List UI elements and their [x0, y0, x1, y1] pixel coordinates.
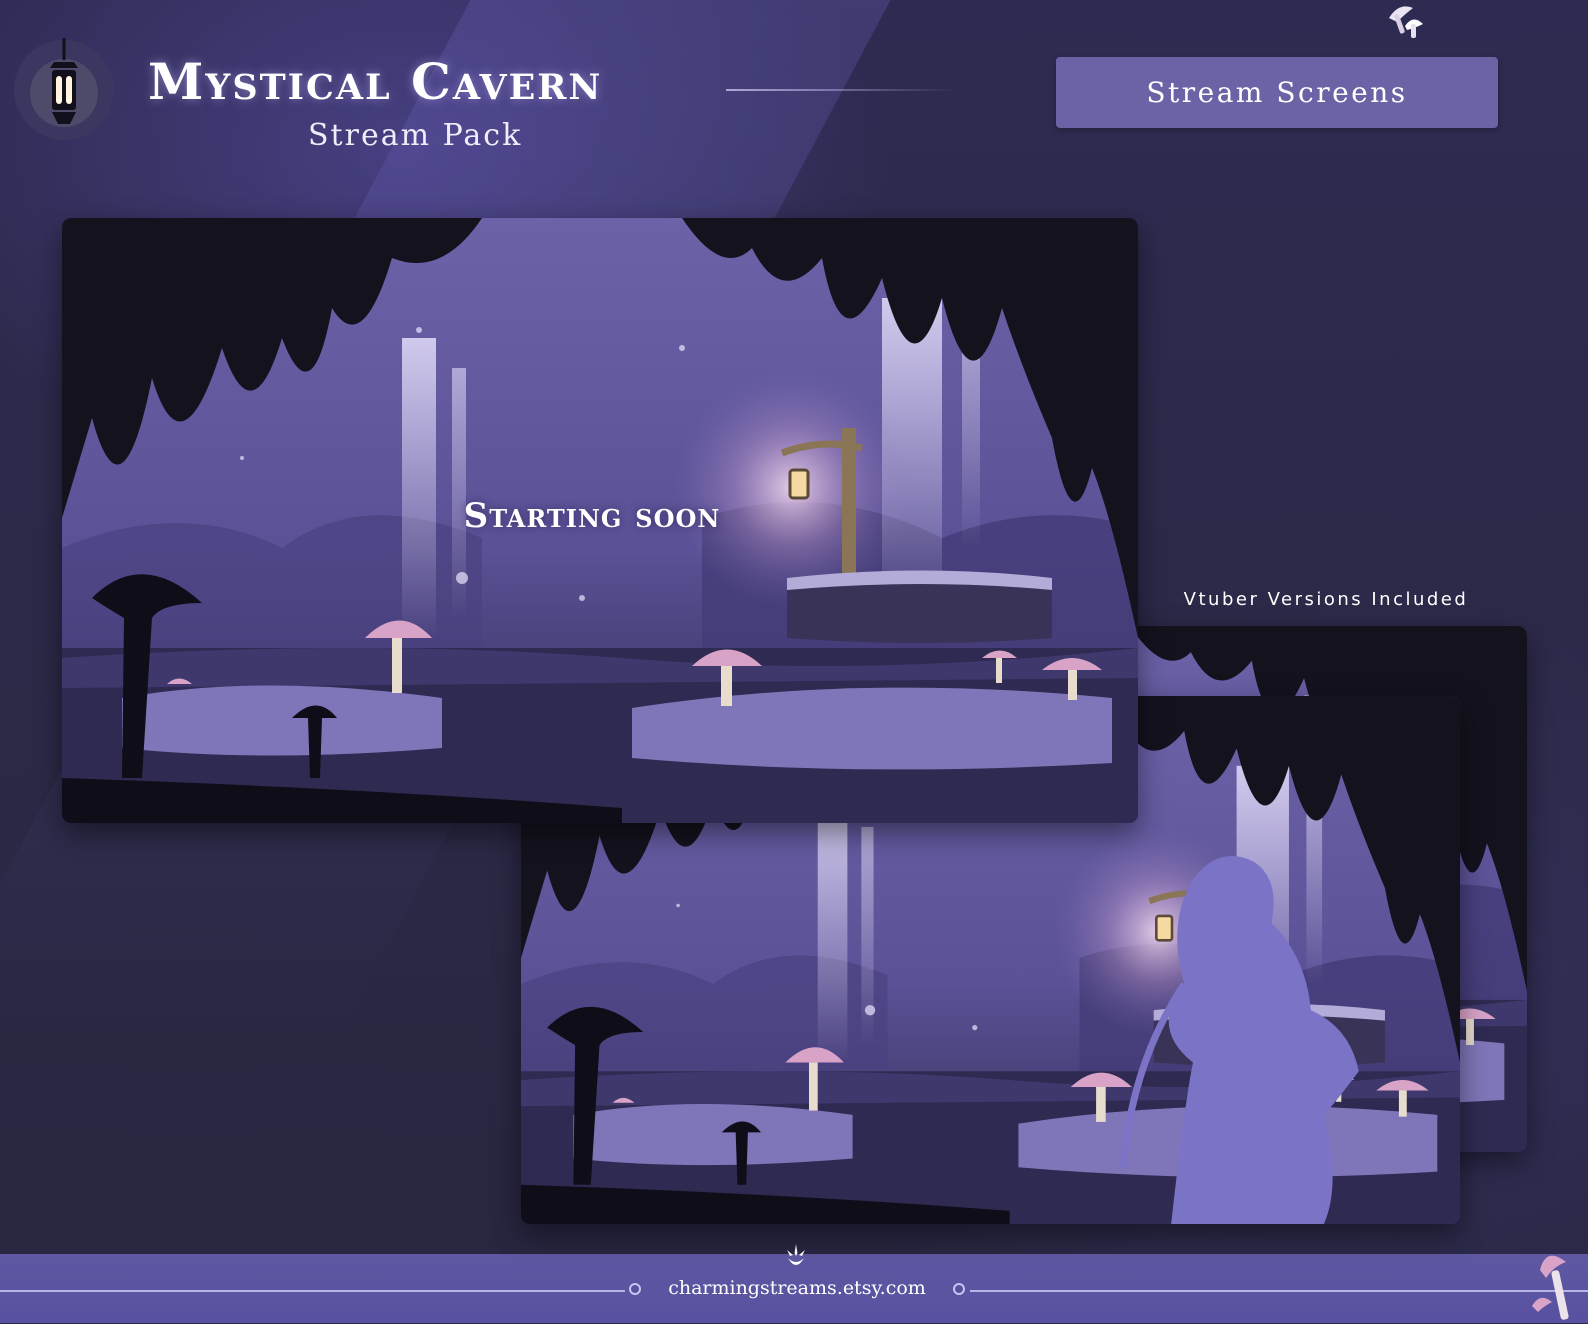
mushroom-icon — [1532, 1240, 1582, 1320]
section-badge: Stream Screens — [1056, 57, 1498, 128]
page-title: Mystical Cavern — [148, 52, 603, 111]
shop-link[interactable]: charmingstreams.etsy.com — [640, 1277, 954, 1299]
footer-dot-right — [953, 1283, 965, 1295]
header-divider — [726, 89, 956, 91]
starting-soon-text: Starting soon — [463, 496, 721, 536]
lantern-icon — [12, 38, 116, 142]
mushroom-icon — [1383, 0, 1429, 42]
page-subtitle: Stream Pack — [308, 118, 523, 153]
footer-bar: charmingstreams.etsy.com — [0, 1244, 1588, 1323]
moon-emblem-icon — [781, 1242, 811, 1272]
footer-divider-right — [970, 1290, 1588, 1292]
vtuber-versions-label: Vtuber Versions Included — [1183, 589, 1469, 610]
screen-preview-main: Starting soon — [62, 218, 1138, 823]
footer-divider-left — [0, 1290, 625, 1292]
